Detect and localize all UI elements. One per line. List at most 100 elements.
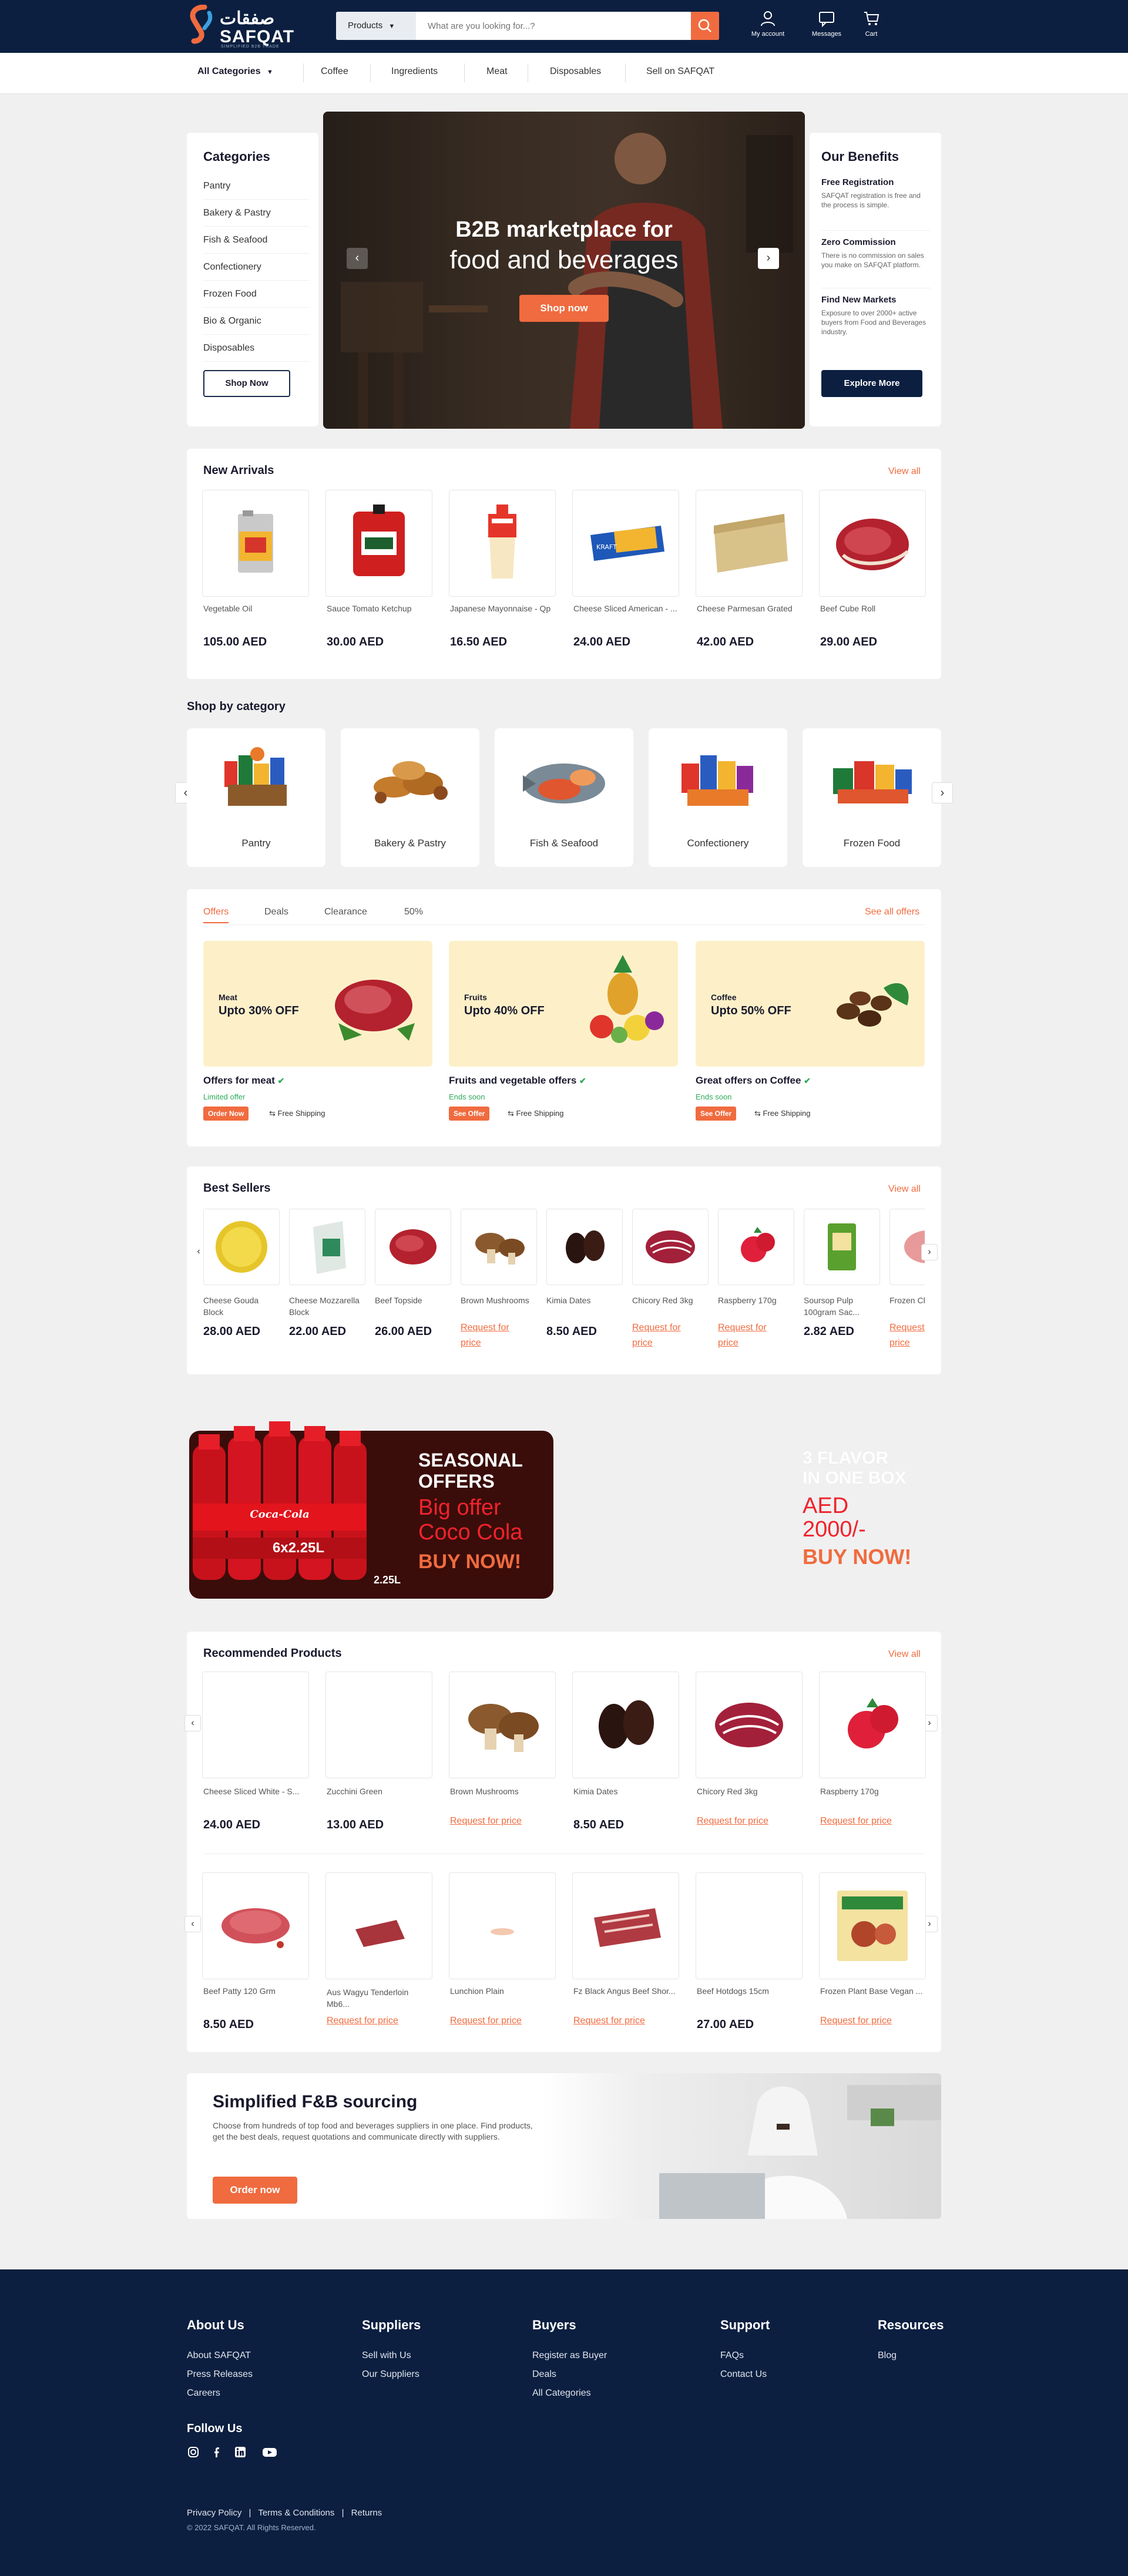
category-card-confectionery[interactable]: Confectionery: [649, 728, 787, 867]
product-image[interactable]: [546, 1209, 623, 1285]
youtube-icon[interactable]: [262, 2446, 277, 2459]
product-name[interactable]: Brown Mushrooms: [461, 1294, 538, 1306]
product-name[interactable]: Zucchini Green: [327, 1787, 434, 1796]
category-link-fish[interactable]: Fish & Seafood: [203, 227, 309, 254]
category-card-pantry[interactable]: Pantry: [187, 728, 325, 867]
tab-50-percent[interactable]: 50%: [404, 907, 423, 917]
tab-offers[interactable]: Offers: [203, 907, 229, 923]
product-image[interactable]: [804, 1209, 880, 1285]
category-card-bakery[interactable]: Bakery & Pastry: [341, 728, 479, 867]
product-image[interactable]: [449, 490, 556, 597]
order-now-button[interactable]: Order now: [213, 2177, 297, 2204]
request-price-link[interactable]: Request for price: [461, 1320, 531, 1351]
product-name[interactable]: Aus Wagyu Tenderloin Mb6...: [327, 1986, 434, 2010]
offer-title[interactable]: Fruits and vegetable offers ✔: [449, 1075, 586, 1087]
search-category-select[interactable]: Products ▼: [336, 12, 416, 40]
request-price-link[interactable]: Request for price: [820, 2013, 892, 2029]
product-name[interactable]: Japanese Mayonnaise - Qp: [450, 604, 557, 613]
product-image[interactable]: [461, 1209, 537, 1285]
privacy-policy-link[interactable]: Privacy Policy: [187, 2508, 241, 2518]
product-image[interactable]: [449, 1872, 556, 1979]
hero-next-arrow[interactable]: ›: [758, 248, 779, 269]
new-arrivals-view-all-link[interactable]: View all: [888, 466, 921, 477]
category-link-pantry[interactable]: Pantry: [203, 173, 309, 200]
product-name[interactable]: Beef Hotdogs 15cm: [697, 1986, 804, 1996]
product-name[interactable]: Raspberry 170g: [718, 1294, 795, 1306]
category-link-disposables[interactable]: Disposables: [203, 335, 309, 362]
request-price-link[interactable]: Request for price: [573, 2013, 645, 2029]
footer-link[interactable]: Our Suppliers: [362, 2369, 419, 2380]
product-name[interactable]: Cheese Mozzarella Block: [289, 1294, 367, 1318]
product-image[interactable]: KRAFT: [572, 490, 679, 597]
product-name[interactable]: Beef Patty 120 Grm: [203, 1986, 310, 1996]
footer-link[interactable]: Blog: [878, 2350, 897, 2361]
product-name[interactable]: Cheese Gouda Block: [203, 1294, 281, 1318]
hero-prev-arrow[interactable]: ‹: [347, 248, 368, 269]
request-price-link[interactable]: Request for price: [632, 1320, 703, 1351]
footer-link[interactable]: Contact Us: [720, 2369, 767, 2380]
my-account-button[interactable]: My account: [741, 9, 794, 45]
nav-item-sell[interactable]: Sell on SAFQAT: [646, 53, 714, 94]
category-card-fish[interactable]: Fish & Seafood: [495, 728, 633, 867]
product-image[interactable]: [696, 1872, 803, 1979]
offer-title[interactable]: Great offers on Coffee ✔: [696, 1075, 811, 1087]
recommended-prev-arrow[interactable]: ‹: [184, 1715, 201, 1731]
footer-link[interactable]: Sell with Us: [362, 2350, 411, 2361]
request-price-link[interactable]: Request for price: [889, 1320, 925, 1351]
product-name[interactable]: Kimia Dates: [573, 1787, 680, 1796]
search-button[interactable]: [691, 12, 719, 40]
product-image[interactable]: [632, 1209, 709, 1285]
see-all-offers-link[interactable]: See all offers: [865, 907, 919, 917]
category-link-bakery[interactable]: Bakery & Pastry: [203, 200, 309, 227]
product-name[interactable]: Cheese Sliced American - ...: [573, 604, 680, 613]
offer-card-coffee[interactable]: Coffee Upto 50% OFF: [696, 941, 925, 1067]
all-categories-dropdown[interactable]: All Categories ▼: [197, 53, 273, 94]
offer-card-meat[interactable]: Meat Upto 30% OFF: [203, 941, 432, 1067]
shop-now-button[interactable]: Shop Now: [203, 370, 290, 397]
nav-item-ingredients[interactable]: Ingredients: [391, 53, 438, 94]
cart-button[interactable]: Cart: [845, 9, 898, 45]
footer-link[interactable]: All Categories: [532, 2388, 591, 2399]
category-link-frozen[interactable]: Frozen Food: [203, 281, 309, 308]
product-image[interactable]: [572, 1872, 679, 1979]
category-card-frozen[interactable]: Frozen Food: [803, 728, 941, 867]
product-image[interactable]: [202, 1672, 309, 1778]
terms-link[interactable]: Terms & Conditions: [258, 2508, 334, 2518]
product-image[interactable]: [289, 1209, 365, 1285]
product-name[interactable]: Fz Black Angus Beef Shor...: [573, 1986, 680, 1996]
product-image[interactable]: [889, 1209, 925, 1285]
product-image[interactable]: [202, 490, 309, 597]
offer-card-fruits[interactable]: Fruits Upto 40% OFF: [449, 941, 678, 1067]
product-image[interactable]: [819, 490, 926, 597]
product-name[interactable]: Cheese Parmesan Grated: [697, 604, 804, 613]
coca-cola-promo-banner[interactable]: Coca-Cola 6x2.25L 2.25L SEASONAL OFFERS B…: [187, 1380, 555, 1601]
category-link-confectionery[interactable]: Confectionery: [203, 254, 309, 281]
nav-item-coffee[interactable]: Coffee: [321, 53, 348, 94]
linkedin-icon[interactable]: [234, 2446, 247, 2459]
nav-item-meat[interactable]: Meat: [486, 53, 508, 94]
product-name[interactable]: Frozen Plant Base Vegan ...: [820, 1986, 927, 1996]
product-image[interactable]: [718, 1209, 794, 1285]
footer-link[interactable]: Careers: [187, 2388, 220, 2399]
product-name[interactable]: Beef Cube Roll: [820, 604, 927, 613]
product-image[interactable]: [375, 1209, 451, 1285]
facebook-icon[interactable]: [212, 2446, 224, 2459]
product-image[interactable]: [449, 1672, 556, 1778]
request-price-link[interactable]: Request for price: [327, 2013, 398, 2029]
flavor-box-promo[interactable]: 3 FLAVOR IN ONE BOX AED 2000/- BUY NOW!: [803, 1445, 941, 1574]
see-offer-badge[interactable]: See Offer: [696, 1107, 737, 1121]
offer-title[interactable]: Offers for meat ✔: [203, 1075, 284, 1087]
product-name[interactable]: Chicory Red 3kg: [632, 1294, 710, 1306]
product-image[interactable]: [325, 1872, 432, 1979]
footer-link[interactable]: Press Releases: [187, 2369, 253, 2380]
request-price-link[interactable]: Request for price: [450, 2013, 522, 2029]
product-image[interactable]: [572, 1672, 679, 1778]
instagram-icon[interactable]: [187, 2446, 200, 2459]
request-price-link[interactable]: Request for price: [450, 1814, 522, 1829]
footer-link[interactable]: Register as Buyer: [532, 2350, 607, 2361]
logo[interactable]: صفقات SAFQAT SIMPLIFIED B2B TRADE: [187, 5, 294, 49]
footer-link[interactable]: About SAFQAT: [187, 2350, 251, 2361]
recommended-view-all-link[interactable]: View all: [888, 1649, 921, 1660]
footer-link[interactable]: FAQs: [720, 2350, 744, 2361]
category-next-arrow[interactable]: ›: [932, 782, 953, 803]
